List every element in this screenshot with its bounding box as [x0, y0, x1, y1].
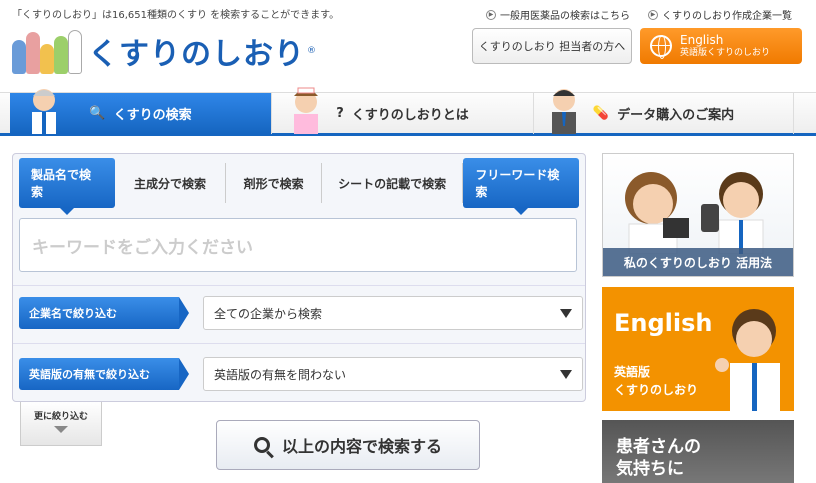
patient-banner-line1: 患者さんの — [616, 437, 701, 457]
tab-drug-search-label: くすりの検索 — [113, 108, 192, 123]
main-nav: 🔍 くすりの検索 ? くすりのしおりとは 💊 データ購入のご案内 — [0, 87, 816, 136]
patient-banner-text: 患者さんの 気持ちに — [616, 436, 701, 480]
search-tab-form[interactable]: 剤形で検索 — [226, 163, 322, 203]
dropdown-arrow-icon — [560, 309, 572, 318]
tab-data-purchase-label: データ購入のご案内 — [617, 108, 735, 123]
doctor-avatar-icon — [32, 89, 56, 134]
company-list-link[interactable]: ▶ くすりのしおり作成企業一覧 — [648, 7, 792, 22]
nurse-avatar-icon — [294, 87, 318, 134]
tab-about-label: くすりのしおりとは — [351, 108, 469, 123]
patient-banner-line2: 気持ちに — [616, 459, 684, 480]
english-banner[interactable]: English 英語版 くすりのしおり — [602, 287, 794, 411]
globe-icon — [650, 35, 672, 59]
submit-search-button[interactable]: 以上の内容で検索する — [216, 420, 480, 470]
english-button-sub: 英語版くすりのしおり — [680, 47, 771, 58]
staff-button[interactable]: くすりのしおり 担当者の方へ — [472, 28, 632, 64]
page: 「くすりのしおり」は16,651種類のくすり を検索することができます。 くすり… — [0, 0, 816, 483]
search-tab-product-name[interactable]: 製品名で検索 — [19, 158, 115, 215]
english-banner-line2: くすりのしおり — [614, 383, 699, 397]
usage-banner-caption: 私のくすりのしおり 活用法 — [603, 248, 793, 276]
search-type-tabs: 製品名で検索 主成分で検索 剤形で検索 シートの記載で検索 フリーワード検索 — [19, 158, 579, 215]
more-filter-toggle[interactable]: 更に絞り込む — [20, 402, 102, 446]
logo-registered-mark: ® — [307, 46, 316, 56]
tagline: 「くすりのしおり」は16,651種類のくすり を検索することができます。 — [12, 10, 340, 21]
search-icon — [253, 437, 270, 453]
dropdown-arrow-icon — [560, 370, 572, 379]
english-banner-line1: 英語版 — [614, 365, 651, 379]
chevron-down-icon — [54, 426, 68, 433]
site-logo[interactable]: くすりのしおり ® — [10, 26, 316, 76]
company-filter-row: 企業名で絞り込む 全ての企業から検索 — [19, 295, 583, 331]
question-icon: ? — [336, 106, 344, 121]
doctor-nurse-illustration — [625, 172, 764, 254]
submit-search-label: 以上の内容で検索する — [281, 437, 442, 456]
search-icon: 🔍 — [89, 106, 106, 121]
patient-banner[interactable]: 患者さんの 気持ちに — [602, 420, 794, 483]
circle-arrow-icon: ▶ — [648, 9, 658, 20]
company-list-link-label: くすりのしおり作成企業一覧 — [662, 11, 792, 22]
english-button-main: English — [680, 33, 724, 48]
english-banner-subtitle: 英語版 くすりのしおり — [614, 363, 698, 399]
pill-icon: 💊 — [592, 106, 610, 121]
logo-text: くすりのしおり — [88, 37, 305, 72]
company-select-value: 全ての企業から検索 — [214, 306, 323, 321]
top-links: ▶ 一般用医薬品の検索はこちら ▶ くすりのしおり作成企業一覧 — [486, 7, 792, 22]
search-tab-sheet[interactable]: シートの記載で検索 — [322, 163, 464, 203]
company-select[interactable]: 全ての企業から検索 — [203, 296, 583, 330]
logo-people-illustration — [10, 26, 82, 76]
more-filter-label: 更に絞り込む — [33, 412, 88, 422]
tab-about[interactable]: ? くすりのしおりとは — [272, 87, 534, 134]
search-tab-ingredient[interactable]: 主成分で検索 — [115, 163, 227, 203]
english-select[interactable]: 英語版の有無を問わない — [203, 357, 583, 391]
otc-search-link[interactable]: ▶ 一般用医薬品の検索はこちら — [486, 7, 630, 22]
usage-banner[interactable]: 私のくすりのしおり 活用法 — [602, 153, 794, 277]
search-tab-freeword[interactable]: フリーワード検索 — [463, 158, 579, 215]
english-version-button[interactable]: English 英語版くすりのしおり — [640, 28, 802, 64]
keyword-input[interactable]: キーワードをご入力ください — [19, 218, 577, 272]
tab-data-purchase[interactable]: 💊 データ購入のご案内 — [534, 89, 794, 134]
doctor-pointing-illustration — [715, 309, 780, 411]
english-select-value: 英語版の有無を問わない — [214, 367, 347, 382]
circle-arrow-icon: ▶ — [486, 9, 496, 20]
english-banner-title: English — [614, 309, 713, 337]
company-filter-label: 企業名で絞り込む — [19, 297, 189, 329]
businessman-avatar-icon — [552, 89, 576, 134]
english-filter-label: 英語版の有無で絞り込む — [19, 358, 189, 390]
tab-drug-search[interactable]: 🔍 くすりの検索 — [10, 89, 272, 134]
english-filter-row: 英語版の有無で絞り込む 英語版の有無を問わない — [19, 356, 583, 392]
search-panel: 製品名で検索 主成分で検索 剤形で検索 シートの記載で検索 フリーワード検索 キ… — [12, 153, 586, 402]
otc-search-link-label: 一般用医薬品の検索はこちら — [500, 11, 630, 22]
